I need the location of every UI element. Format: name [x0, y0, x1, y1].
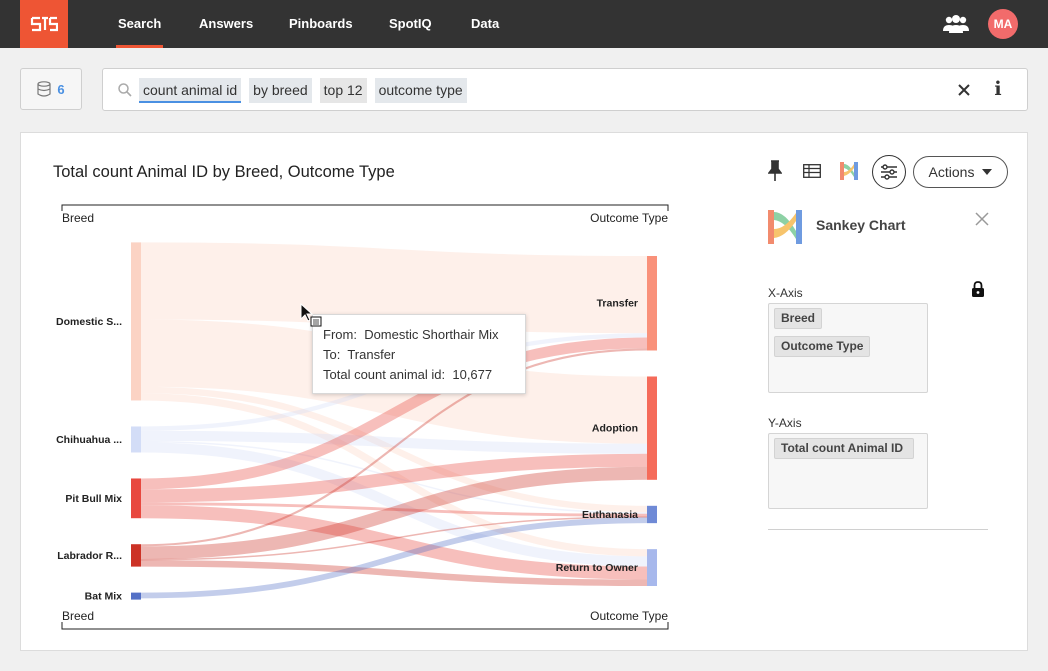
breed-node-label: Labrador R... [57, 550, 122, 562]
mouse-cursor-icon [300, 303, 322, 327]
nav-search[interactable]: Search [115, 0, 164, 48]
database-icon [37, 81, 51, 97]
outcome-node-label: Adoption [592, 423, 638, 435]
outcome-node[interactable] [647, 549, 657, 586]
tooltip-measure-label: Total count animal id: [323, 367, 446, 382]
chart-tooltip: From: Domestic Shorthair Mix To: Transfe… [312, 314, 526, 394]
breed-node-label: Chihuahua ... [56, 434, 122, 446]
y-axis-dropzone[interactable]: Total count Animal ID [768, 433, 928, 509]
lock-icon[interactable] [971, 281, 985, 298]
nav-spotiq[interactable]: SpotIQ [389, 0, 432, 48]
search-token[interactable]: count animal id [139, 78, 242, 103]
search-token[interactable]: outcome type [374, 78, 467, 103]
x-axis-column-chip[interactable]: Outcome Type [774, 336, 871, 357]
search-token[interactable]: by breed [249, 78, 312, 103]
y-axis-column-chip[interactable]: Total count Animal ID [774, 438, 914, 459]
search-token[interactable]: top 12 [319, 78, 367, 103]
outcome-node[interactable] [647, 256, 657, 351]
breed-node-label: Domestic S... [56, 316, 122, 328]
outcome-node[interactable] [647, 376, 657, 480]
tooltip-to-value: Transfer [347, 347, 396, 362]
actions-button[interactable]: Actions [913, 156, 1008, 188]
y-axis-label: Y-Axis [768, 416, 802, 430]
tooltip-from-label: From: [323, 327, 357, 342]
people-icon[interactable] [942, 12, 970, 36]
chevron-down-icon [982, 169, 993, 175]
sankey-chart-icon [768, 210, 802, 244]
axis-label-outcome-bottom: Outcome Type [590, 609, 668, 623]
axis-label-outcome-top: Outcome Type [590, 211, 668, 225]
chart-config-title: Sankey Chart [816, 217, 906, 233]
nav-pinboards[interactable]: Pinboards [289, 0, 353, 48]
tooltip-to-label: To: [323, 347, 341, 362]
x-axis-column-chip[interactable]: Breed [774, 308, 823, 329]
search-icon [118, 83, 132, 97]
tooltip-measure-value: 10,677 [452, 367, 493, 382]
top-navigation-bar: Search Answers Pinboards SpotIQ Data MA [0, 0, 1048, 48]
data-sources-button[interactable]: 6 [20, 68, 82, 110]
axis-label-breed-top: Breed [62, 211, 94, 225]
axis-label-breed-bottom: Breed [62, 609, 94, 623]
data-source-count: 6 [57, 81, 65, 97]
answer-panel: Total count Animal ID by Breed, Outcome … [20, 132, 1028, 651]
thoughtspot-logo[interactable] [20, 0, 68, 48]
x-axis-label: X-Axis [768, 286, 803, 300]
top-axis-bracket [61, 204, 669, 211]
close-icon[interactable] [974, 211, 990, 227]
breed-node[interactable] [131, 426, 141, 453]
tooltip-from-value: Domestic Shorthair Mix [364, 327, 499, 342]
info-icon[interactable]: i [992, 78, 1004, 100]
chart-type-icon[interactable] [835, 157, 863, 185]
sankey-link[interactable] [140, 242, 648, 334]
breed-node[interactable] [131, 592, 141, 600]
actions-label: Actions [928, 164, 975, 180]
close-icon[interactable] [955, 81, 973, 99]
table-view-icon[interactable] [798, 157, 826, 185]
pin-icon[interactable] [761, 157, 789, 185]
breed-node-label: Bat Mix [85, 591, 123, 603]
outcome-node-label: Transfer [597, 298, 638, 310]
search-bar[interactable]: count animal id by breed top 12 outcome … [102, 68, 1028, 111]
nav-answers[interactable]: Answers [199, 0, 253, 48]
config-divider [768, 529, 988, 530]
outcome-node-label: Euthanasia [582, 509, 638, 521]
nav-data[interactable]: Data [471, 0, 499, 48]
chart-settings-button[interactable] [872, 155, 906, 189]
breed-node-label: Pit Bull Mix [65, 493, 122, 505]
breed-node[interactable] [131, 544, 141, 567]
breed-node[interactable] [131, 478, 141, 519]
bottom-axis-bracket [61, 622, 669, 630]
breed-node[interactable] [131, 242, 141, 401]
x-axis-dropzone[interactable]: Breed Outcome Type [768, 303, 928, 393]
outcome-node[interactable] [647, 505, 657, 524]
user-avatar[interactable]: MA [988, 9, 1018, 39]
logo-icon [30, 16, 58, 32]
sliders-icon [881, 164, 897, 180]
outcome-node-label: Return to Owner [556, 562, 638, 574]
